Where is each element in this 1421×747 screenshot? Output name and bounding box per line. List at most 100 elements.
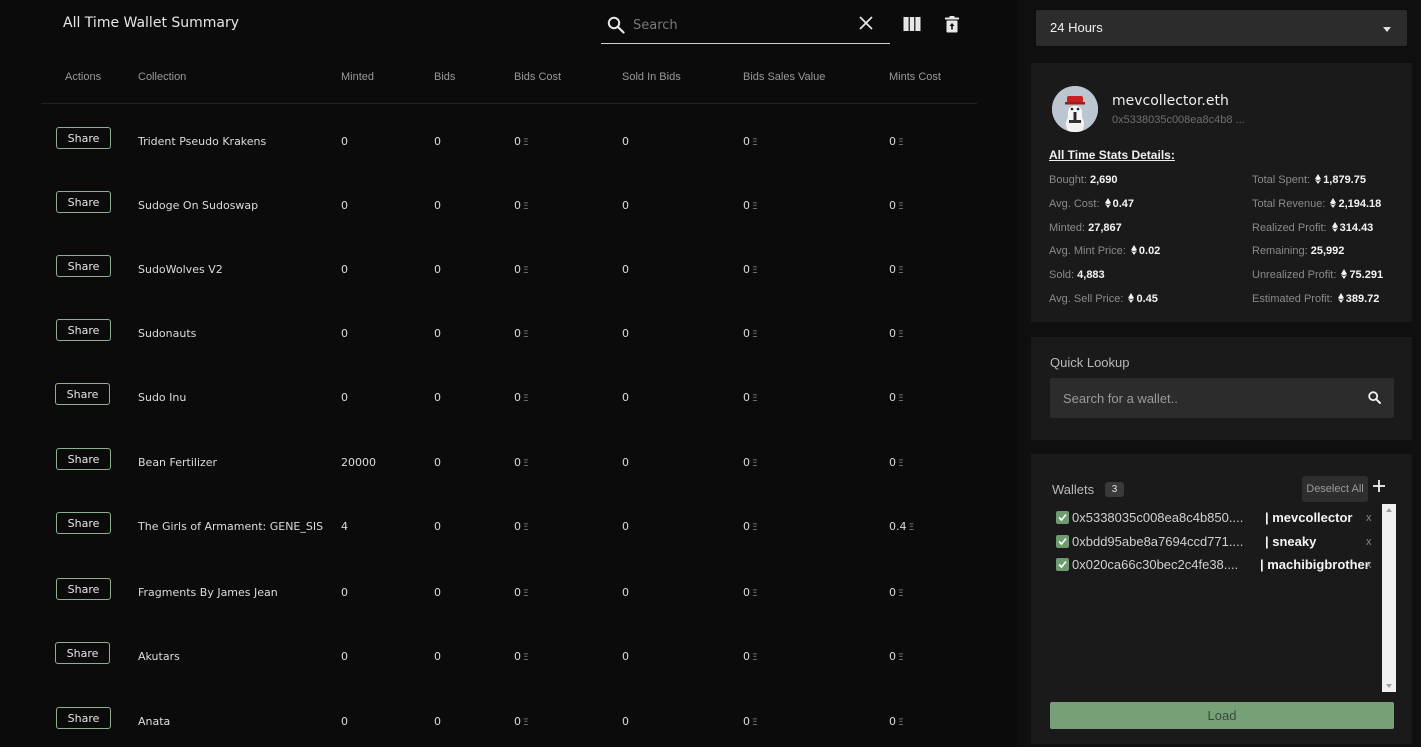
share-button[interactable]: Share <box>56 707 111 729</box>
share-button[interactable]: Share <box>56 127 111 149</box>
wallet-list-scrollbar[interactable] <box>1382 504 1396 692</box>
eth-icon <box>1341 269 1348 279</box>
cell-sold-in-bids: 0 <box>622 263 629 276</box>
search-icon[interactable] <box>1368 391 1381 404</box>
eth-icon: Ξ <box>752 718 758 728</box>
share-button[interactable]: Share <box>55 383 110 405</box>
checkbox-checked-icon[interactable] <box>1056 535 1069 548</box>
cell-mints-cost: 0Ξ <box>889 327 904 340</box>
wallet-address[interactable]: 0x5338035c008ea8c4b8 ... <box>1112 114 1245 126</box>
scroll-down-icon[interactable] <box>1386 684 1392 688</box>
eth-icon: Ξ <box>752 589 758 599</box>
plus-icon[interactable] <box>1372 479 1386 493</box>
table-row: Share Sudoge On Sudoswap 0 0 0Ξ 0 0Ξ 0Ξ <box>41 191 977 221</box>
ens-name: mevcollector.eth <box>1112 93 1229 109</box>
header-bids-cost[interactable]: Bids Cost <box>514 71 561 83</box>
cell-minted: 0 <box>341 327 348 340</box>
profile-card: mevcollector.eth 0x5338035c008ea8c4b8 ..… <box>1031 63 1412 322</box>
stat-sold: Sold: 4,883 <box>1049 269 1105 281</box>
remove-wallet-button[interactable]: x <box>1366 512 1372 524</box>
cell-minted: 4 <box>341 520 348 533</box>
cell-mints-cost: 0Ξ <box>889 456 904 469</box>
eth-icon: Ξ <box>752 459 758 469</box>
header-collection[interactable]: Collection <box>138 71 186 83</box>
cell-sold-in-bids: 0 <box>622 650 629 663</box>
eth-icon: Ξ <box>752 653 758 663</box>
chevron-down-icon <box>1383 27 1391 32</box>
header-minted[interactable]: Minted <box>341 71 374 83</box>
cell-mints-cost: 0.4 Ξ <box>889 520 915 533</box>
cell-collection: Sudonauts <box>138 327 197 340</box>
table-header: Actions Collection Minted Bids Bids Cost… <box>41 60 977 104</box>
header-bids-sales-value[interactable]: Bids Sales Value <box>743 71 825 83</box>
cell-bids: 0 <box>434 263 441 276</box>
search-input[interactable] <box>633 15 848 35</box>
cell-mints-cost: 0Ξ <box>889 650 904 663</box>
header-mints-cost[interactable]: Mints Cost <box>889 71 941 83</box>
eth-icon: Ξ <box>523 266 529 276</box>
stat-total-revenue: Total Revenue: 2,194.18 <box>1252 198 1382 210</box>
share-button[interactable]: Share <box>56 319 111 341</box>
avatar-image <box>1052 86 1098 132</box>
checkbox-checked-icon[interactable] <box>1056 558 1069 571</box>
cell-bids-cost: 0Ξ <box>514 135 529 148</box>
stat-avg-cost: Avg. Cost: 0.47 <box>1049 198 1135 210</box>
eth-icon: Ξ <box>898 589 904 599</box>
wallet-item-address: 0x020ca66c30bec2c4fe38.... <box>1072 557 1239 572</box>
cell-bids: 0 <box>434 456 441 469</box>
avatar[interactable] <box>1052 86 1098 132</box>
period-select[interactable]: 24 Hours <box>1036 10 1407 46</box>
share-button[interactable]: Share <box>55 642 110 664</box>
cell-collection: Sudo Inu <box>138 391 187 404</box>
eth-icon <box>1330 198 1337 208</box>
share-button[interactable]: Share <box>56 255 111 277</box>
cell-bids: 0 <box>434 650 441 663</box>
wallet-item-name: | sneaky <box>1265 534 1317 549</box>
columns-icon[interactable] <box>903 16 921 32</box>
header-sold-in-bids[interactable]: Sold In Bids <box>622 71 681 83</box>
stat-avg-sell-price: Avg. Sell Price: 0.45 <box>1049 293 1158 305</box>
cell-collection: Fragments By James Jean <box>138 586 278 599</box>
quick-lookup-label: Quick Lookup <box>1050 355 1130 370</box>
header-bids[interactable]: Bids <box>434 71 455 83</box>
cell-collection: SudoWolves V2 <box>138 263 223 276</box>
deselect-all-button[interactable]: Deselect All <box>1302 476 1368 502</box>
cell-bids-cost: 0Ξ <box>514 199 529 212</box>
cell-minted: 0 <box>341 263 348 276</box>
cell-collection: Trident Pseudo Krakens <box>138 135 267 148</box>
stats-title[interactable]: All Time Stats Details: <box>1049 148 1175 162</box>
cell-bids-sales-value: 0Ξ <box>743 715 758 728</box>
share-button[interactable]: Share <box>56 512 111 534</box>
list-item: 0xbdd95abe8a7694ccd771.... | sneaky x <box>1050 533 1380 551</box>
stat-unrealized-profit: Unrealized Profit: 75.291 <box>1252 269 1384 281</box>
wallet-item-address: 0xbdd95abe8a7694ccd771.... <box>1072 534 1244 549</box>
cell-minted: 0 <box>341 199 348 212</box>
quick-lookup-card: Quick Lookup <box>1031 337 1412 440</box>
cell-bids: 0 <box>434 520 441 533</box>
cell-mints-cost: 0Ξ <box>889 135 904 148</box>
cell-sold-in-bids: 0 <box>622 135 629 148</box>
page-title: All Time Wallet Summary <box>63 15 240 31</box>
share-button[interactable]: Share <box>56 578 111 600</box>
cell-mints-cost: 0Ξ <box>889 199 904 212</box>
cell-sold-in-bids: 0 <box>622 327 629 340</box>
cell-sold-in-bids: 0 <box>622 199 629 212</box>
remove-wallet-button[interactable]: x <box>1366 536 1372 548</box>
cell-minted: 0 <box>341 135 348 148</box>
trash-icon[interactable] <box>945 16 959 33</box>
close-icon[interactable] <box>858 15 874 31</box>
stat-minted: Minted: 27,867 <box>1049 222 1122 234</box>
table-row: Share Fragments By James Jean 0 0 0Ξ 0 0… <box>41 578 977 608</box>
cell-collection: Sudoge On Sudoswap <box>138 199 259 212</box>
table-row: Share SudoWolves V2 0 0 0Ξ 0 0Ξ 0Ξ <box>41 255 977 285</box>
cell-bids-sales-value: 0Ξ <box>743 456 758 469</box>
load-button[interactable]: Load <box>1050 702 1394 729</box>
checkbox-checked-icon[interactable] <box>1056 511 1069 524</box>
wallet-search-input[interactable] <box>1063 389 1353 407</box>
scroll-up-icon[interactable] <box>1386 508 1392 512</box>
share-button[interactable]: Share <box>56 448 111 470</box>
eth-icon: Ξ <box>898 138 904 148</box>
share-button[interactable]: Share <box>56 191 111 213</box>
remove-wallet-button[interactable]: x <box>1366 559 1372 571</box>
table-row: Share The Girls of Armament: GENE_SIS 4 … <box>41 512 977 542</box>
